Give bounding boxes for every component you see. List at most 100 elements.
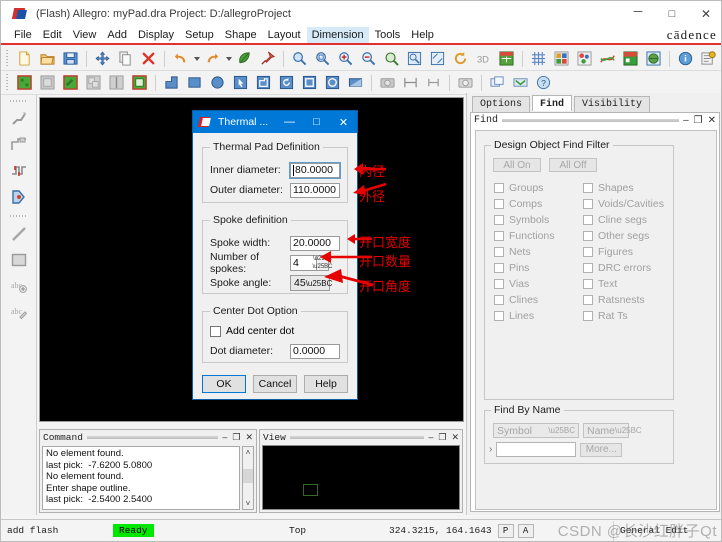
all-off-button[interactable]: All Off xyxy=(549,158,597,172)
command-minimize-button[interactable]: – xyxy=(222,432,227,443)
undo-dropdown-caret[interactable] xyxy=(192,49,201,69)
menu-tools[interactable]: Tools xyxy=(370,27,406,43)
slide-icon[interactable] xyxy=(6,133,32,157)
checkbox-drc-errors[interactable] xyxy=(583,263,593,273)
dim-horizontal-icon[interactable] xyxy=(400,73,421,93)
new-file-icon[interactable] xyxy=(14,49,35,69)
filter-row-nets[interactable]: Nets xyxy=(494,244,578,260)
shape-split-icon[interactable] xyxy=(106,73,127,93)
window-minimize-button[interactable] xyxy=(621,1,655,27)
scroll-up-icon[interactable]: ˄ xyxy=(246,447,251,458)
checkbox-groups[interactable] xyxy=(494,183,504,193)
filter-row-text[interactable]: Text xyxy=(583,276,673,292)
shape-delete-icon[interactable] xyxy=(37,73,58,93)
filter-row-voids[interactable]: Voids/Cavities xyxy=(583,196,673,212)
corner-shape-icon[interactable] xyxy=(161,73,182,93)
delete-icon[interactable] xyxy=(138,49,159,69)
redo-dropdown-caret[interactable] xyxy=(224,49,233,69)
checkbox-add-center-dot[interactable] xyxy=(210,325,221,337)
dot-diameter-input[interactable]: 0.0000 xyxy=(290,343,340,359)
view-window-canvas[interactable] xyxy=(262,445,460,510)
outer-diameter-input[interactable]: 110.0000 xyxy=(290,182,340,198)
menu-dimension[interactable]: Dimension xyxy=(306,27,369,43)
toolbar-grip[interactable] xyxy=(4,49,10,68)
open-folder-icon[interactable] xyxy=(37,49,58,69)
pointer-shape-icon[interactable] xyxy=(230,73,251,93)
filter-row-cline-segs[interactable]: Cline segs xyxy=(583,212,673,228)
rectangle-shape-icon[interactable] xyxy=(184,73,205,93)
checkbox-vias[interactable] xyxy=(494,279,504,289)
edit-text-icon[interactable]: abc xyxy=(6,300,32,324)
ratsnest-icon[interactable] xyxy=(597,49,618,69)
checkbox-functions[interactable] xyxy=(494,231,504,241)
dialog-maximize-button[interactable]: □ xyxy=(303,111,330,133)
pin-icon[interactable] xyxy=(257,49,278,69)
menu-edit[interactable]: Edit xyxy=(38,27,67,43)
zoom-previous-icon[interactable] xyxy=(381,49,402,69)
shape-merge-icon[interactable] xyxy=(83,73,104,93)
property-icon[interactable] xyxy=(698,49,719,69)
command-close-button[interactable]: ✕ xyxy=(245,432,253,443)
menu-add[interactable]: Add xyxy=(102,27,132,43)
3d-view-icon[interactable]: 3D xyxy=(473,49,494,69)
shape-edit-icon[interactable] xyxy=(60,73,81,93)
zoom-region-icon[interactable] xyxy=(404,49,425,69)
zoom-out-icon[interactable] xyxy=(358,49,379,69)
filter-row-clines[interactable]: Clines xyxy=(494,292,578,308)
info-icon[interactable] xyxy=(675,49,696,69)
camera-icon[interactable] xyxy=(377,73,398,93)
grid-toggle-icon[interactable] xyxy=(528,49,549,69)
add-rect-icon[interactable] xyxy=(6,248,32,272)
snapshot-icon[interactable] xyxy=(455,73,476,93)
add-line-icon[interactable] xyxy=(6,222,32,246)
filter-row-ratsnests[interactable]: Ratsnests xyxy=(583,292,673,308)
menu-setup[interactable]: Setup xyxy=(180,27,219,43)
find-panel-minimize-button[interactable]: – xyxy=(683,115,689,126)
layers-icon[interactable] xyxy=(487,73,508,93)
filter-row-symbols[interactable]: Symbols xyxy=(494,212,578,228)
menu-layout[interactable]: Layout xyxy=(263,27,306,43)
gradient-shape-icon[interactable] xyxy=(345,73,366,93)
checkbox-lines[interactable] xyxy=(494,311,504,321)
filter-row-other-segs[interactable]: Other segs xyxy=(583,228,673,244)
polygon-shape-icon[interactable] xyxy=(253,73,274,93)
menu-shape[interactable]: Shape xyxy=(220,27,262,43)
menu-file[interactable]: File xyxy=(9,27,37,43)
find-search-input[interactable] xyxy=(496,442,577,457)
checkbox-shapes[interactable] xyxy=(583,183,593,193)
window-maximize-button[interactable] xyxy=(655,1,689,27)
checkbox-text[interactable] xyxy=(583,279,593,289)
dialog-minimize-button[interactable]: — xyxy=(276,111,303,133)
checkbox-other-segs[interactable] xyxy=(583,231,593,241)
command-scrollbar[interactable]: ˄ ˅ xyxy=(242,446,254,510)
command-console-output[interactable]: No element found. last pick: -7.6200 5.0… xyxy=(42,446,240,510)
tab-options[interactable]: Options xyxy=(472,96,531,112)
checkbox-figures[interactable] xyxy=(583,247,593,257)
filter-row-comps[interactable]: Comps xyxy=(494,196,578,212)
shape-select-icon[interactable] xyxy=(129,73,150,93)
circle-outline-icon[interactable] xyxy=(322,73,343,93)
checkbox-rat-ts[interactable] xyxy=(583,311,593,321)
all-on-button[interactable]: All On xyxy=(493,158,541,172)
custom-smooth-icon[interactable] xyxy=(6,185,32,209)
window-close-button[interactable] xyxy=(689,1,721,27)
square-outline-icon[interactable] xyxy=(299,73,320,93)
color-192-icon[interactable] xyxy=(551,49,572,69)
checkbox-pins[interactable] xyxy=(494,263,504,273)
scroll-down-icon[interactable]: ˅ xyxy=(246,498,251,509)
tab-visibility[interactable]: Visibility xyxy=(574,96,651,112)
command-restore-button[interactable]: ❐ xyxy=(232,432,240,443)
shape-add-icon[interactable] xyxy=(14,73,35,93)
net-icon[interactable] xyxy=(510,73,531,93)
add-connect-icon[interactable] xyxy=(6,107,32,131)
find-panel-close-button[interactable]: ✕ xyxy=(708,115,716,126)
cancel-button[interactable]: Cancel xyxy=(253,375,297,393)
refresh-icon[interactable] xyxy=(450,49,471,69)
save-icon[interactable] xyxy=(60,49,81,69)
undo-icon[interactable] xyxy=(170,49,191,69)
filter-row-lines[interactable]: Lines xyxy=(494,308,578,324)
checkbox-voids-cavities[interactable] xyxy=(583,199,593,209)
scrollbar-thumb[interactable] xyxy=(243,469,253,483)
filter-row-rat-ts[interactable]: Rat Ts xyxy=(583,308,673,324)
toolbar-grip-2[interactable] xyxy=(4,73,10,92)
